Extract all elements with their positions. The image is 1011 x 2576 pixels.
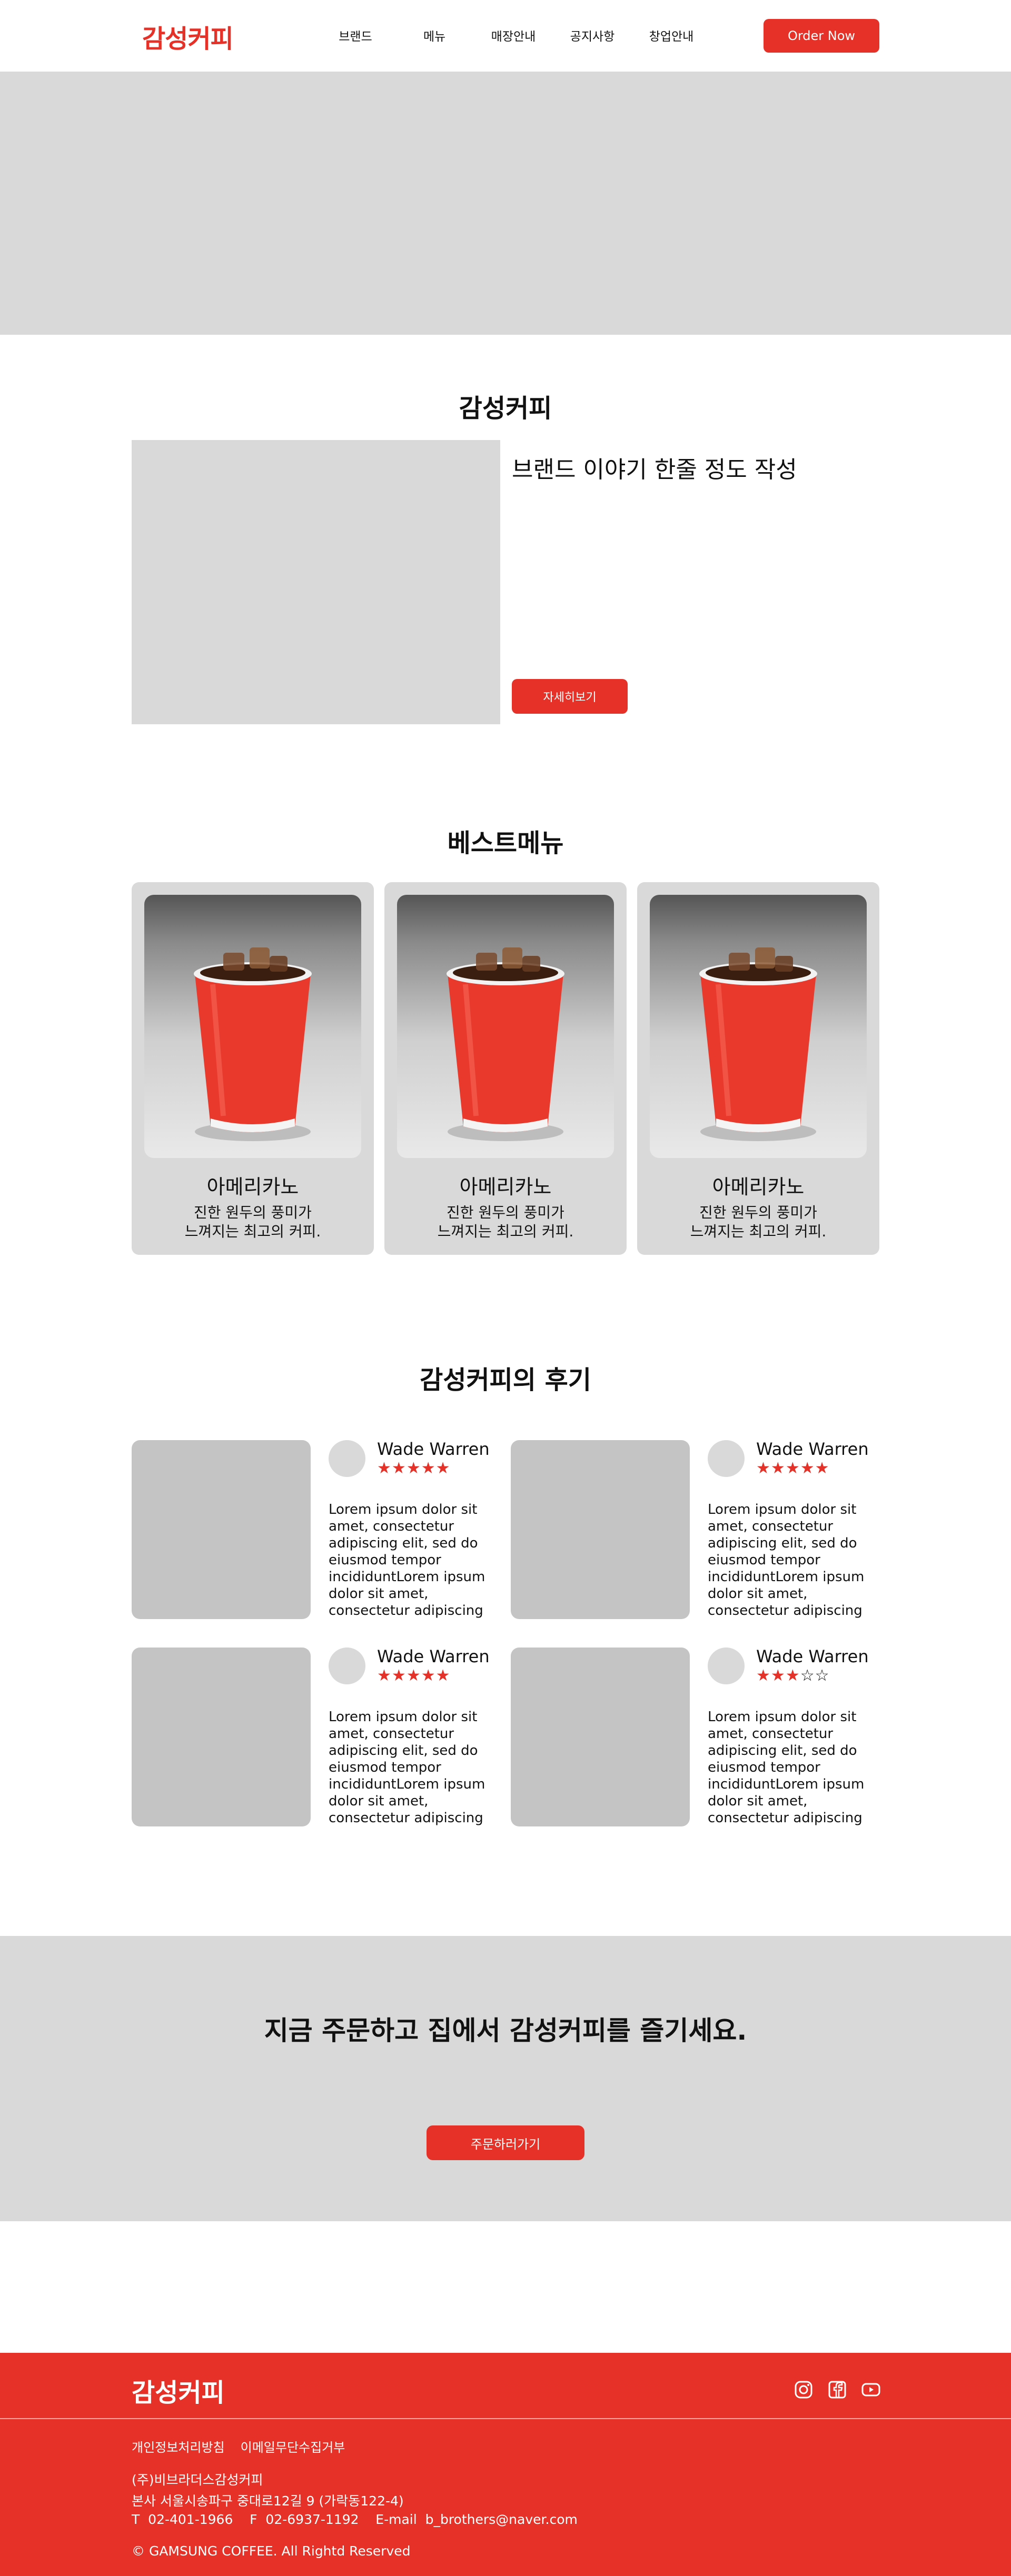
menu-desc-line: 진한 원두의 풍미가 (194, 1204, 312, 1221)
star-rating: ★★★★★ (377, 1459, 451, 1477)
avatar (708, 1440, 745, 1477)
star-filled-icon: ★ (435, 1666, 451, 1685)
brand-more-button[interactable]: 자세히보기 (512, 679, 628, 714)
menu-description: 진한 원두의 풍미가 느껴지는 최고의 커피. (384, 1203, 627, 1241)
star-filled-icon: ★ (770, 1459, 786, 1477)
menu-photo (397, 895, 614, 1158)
coffee-cup-image (447, 947, 564, 1141)
reviewer-name: Wade Warren (377, 1646, 490, 1666)
avatar (329, 1440, 365, 1477)
star-rating: ★★★★★ (377, 1666, 451, 1685)
instagram-icon[interactable] (793, 2379, 814, 2400)
menu-photo (144, 895, 361, 1158)
review-image (132, 1648, 311, 1826)
copyright: © GAMSUNG COFFEE. All Rightd Reserved (132, 2543, 411, 2559)
menu-desc-line: 진한 원두의 풍미가 (447, 1204, 564, 1221)
star-rating: ★★★☆☆ (756, 1666, 830, 1685)
star-filled-icon: ★ (770, 1666, 786, 1685)
menu-description: 진한 원두의 풍미가 느껴지는 최고의 커피. (132, 1203, 374, 1241)
menu-name: 아메리카노 (206, 1175, 299, 1199)
menu-description: 진한 원두의 풍미가 느껴지는 최고의 커피. (637, 1203, 879, 1241)
coffee-cup-image (194, 947, 312, 1141)
coffee-cup-image (699, 947, 817, 1141)
star-filled-icon: ★ (800, 1459, 815, 1477)
menu-desc-line: 진한 원두의 풍미가 (699, 1204, 817, 1221)
footer-divider (0, 2418, 1011, 2419)
review-text: Lorem ipsum dolor sit amet, consectetur … (708, 1709, 865, 1826)
main-nav: 브랜드 메뉴 매장안내 공지사항 창업안내 (316, 26, 711, 44)
reviewer-name: Wade Warren (756, 1646, 869, 1666)
star-filled-icon: ★ (435, 1459, 451, 1477)
youtube-icon[interactable] (860, 2379, 881, 2400)
nav-item-menu[interactable]: 메뉴 (395, 26, 474, 44)
menu-card[interactable]: 아메리카노 진한 원두의 풍미가 느껴지는 최고의 커피. (384, 882, 627, 1255)
privacy-policy-link[interactable]: 개인정보처리방침 (132, 2437, 225, 2455)
star-filled-icon: ★ (815, 1459, 830, 1477)
avatar (708, 1648, 745, 1684)
review-text: Lorem ipsum dolor sit amet, consectetur … (329, 1502, 485, 1619)
reviewer-name: Wade Warren (377, 1439, 490, 1459)
menu-name: 아메리카노 (712, 1175, 805, 1199)
nav-item-franchise[interactable]: 창업안내 (632, 26, 711, 44)
brand-section-title: 감성커피 (459, 394, 552, 423)
menu-card[interactable]: 아메리카노 진한 원두의 풍미가 느껴지는 최고의 커피. (637, 882, 879, 1255)
reviews-title: 감성커피의 후기 (420, 1365, 591, 1395)
nav-item-stores[interactable]: 매장안내 (474, 26, 553, 44)
star-filled-icon: ★ (377, 1666, 392, 1685)
star-filled-icon: ★ (421, 1459, 436, 1477)
site-header: 감성커피 브랜드 메뉴 매장안내 공지사항 창업안내 Order Now (0, 0, 1011, 72)
menu-photo (650, 895, 867, 1158)
nav-item-brand[interactable]: 브랜드 (316, 26, 395, 44)
menu-card[interactable]: 아메리카노 진한 원두의 풍미가 느껴지는 최고의 커피. (132, 882, 374, 1255)
order-button[interactable]: 주문하러가기 (427, 2125, 584, 2160)
star-filled-icon: ★ (377, 1459, 392, 1477)
order-cta-section: 지금 주문하고 집에서 감성커피를 즐기세요. 주문하러가기 (0, 1936, 1011, 2221)
star-filled-icon: ★ (391, 1459, 407, 1477)
menu-desc-line: 느껴지는 최고의 커피. (184, 1223, 321, 1240)
logo[interactable]: 감성커피 (142, 18, 234, 55)
email-policy-link[interactable]: 이메일무단수집거부 (241, 2437, 345, 2455)
cta-title: 지금 주문하고 집에서 감성커피를 즐기세요. (264, 2015, 747, 2046)
review-text: Lorem ipsum dolor sit amet, consectetur … (708, 1502, 865, 1619)
review-image (511, 1440, 690, 1619)
star-filled-icon: ★ (756, 1459, 771, 1477)
star-filled-icon: ★ (406, 1459, 421, 1477)
review-image (511, 1648, 690, 1826)
review-text: Lorem ipsum dolor sit amet, consectetur … (329, 1709, 485, 1826)
menu-name: 아메리카노 (459, 1175, 552, 1199)
star-empty-icon: ☆ (815, 1666, 830, 1685)
brand-story-text: 브랜드 이야기 한줄 정도 작성 (512, 456, 797, 483)
social-icons (793, 2379, 881, 2400)
company-address: 본사 서울시송파구 중대로12길 9 (가락동122-4) (132, 2493, 404, 2509)
star-filled-icon: ★ (756, 1666, 771, 1685)
site-footer: 감성커피 개인정보처리방침 이메일무단수집거부 (주)비브라더스감성커피 본사 … (0, 2353, 1011, 2576)
company-name: (주)비브라더스감성커피 (132, 2472, 263, 2488)
order-now-button[interactable]: Order Now (764, 19, 879, 53)
star-empty-icon: ☆ (800, 1666, 815, 1685)
nav-item-notice[interactable]: 공지사항 (553, 26, 632, 44)
company-contact: T 02-401-1966 F 02-6937-1192 E-mail b_br… (132, 2512, 578, 2527)
best-menu-title: 베스트메뉴 (447, 828, 564, 858)
hero-banner (0, 72, 1011, 335)
review-image (132, 1440, 311, 1619)
footer-links: 개인정보처리방침 이메일무단수집거부 (132, 2437, 345, 2455)
star-filled-icon: ★ (391, 1666, 407, 1685)
star-filled-icon: ★ (406, 1666, 421, 1685)
menu-desc-line: 느껴지는 최고의 커피. (690, 1223, 827, 1240)
star-filled-icon: ★ (421, 1666, 436, 1685)
brand-image (132, 440, 500, 724)
star-filled-icon: ★ (785, 1666, 800, 1685)
footer-logo: 감성커피 (132, 2378, 225, 2408)
star-rating: ★★★★★ (756, 1459, 830, 1477)
star-filled-icon: ★ (785, 1459, 800, 1477)
menu-desc-line: 느껴지는 최고의 커피. (437, 1223, 574, 1240)
avatar (329, 1648, 365, 1684)
facebook-icon[interactable] (827, 2379, 848, 2400)
reviewer-name: Wade Warren (756, 1439, 869, 1459)
